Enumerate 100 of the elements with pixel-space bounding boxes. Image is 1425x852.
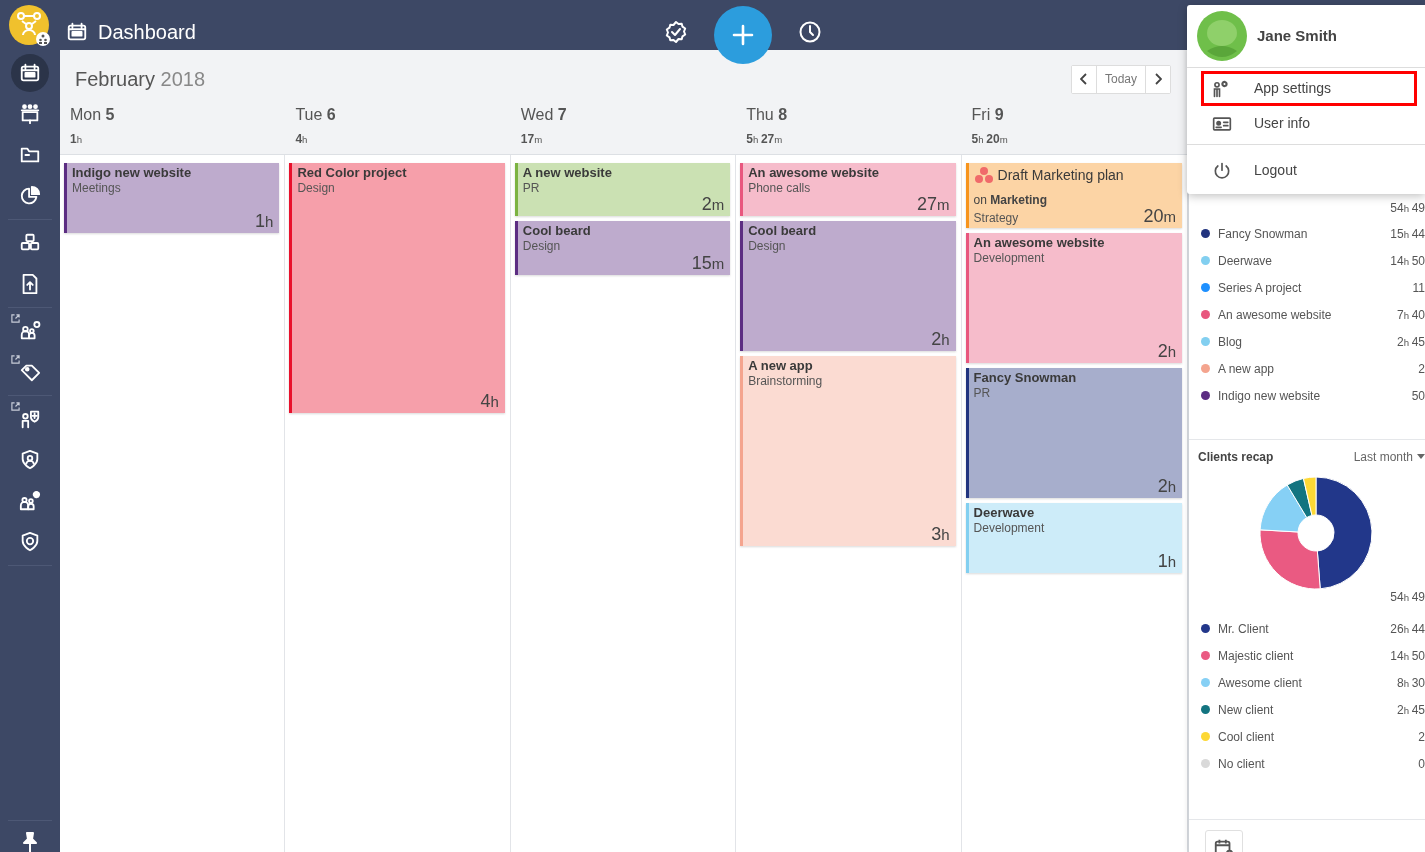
event-card[interactable]: Draft Marketing plan on Marketing Strategy 20m: [965, 163, 1182, 229]
event-duration: 20m: [1143, 207, 1176, 226]
legend-value: 11: [1412, 279, 1425, 297]
event-subtitle: Phone calls: [748, 180, 812, 196]
event-title: Red Color project: [297, 166, 408, 181]
event-title: Draft Marketing plan: [997, 166, 1124, 184]
check-badge-icon: [663, 20, 688, 44]
day-heading: Mon 5: [70, 105, 116, 125]
legend-label: A new app: [1218, 360, 1276, 378]
page-title: Dashboard: [98, 20, 196, 45]
users-coin-icon: [19, 320, 41, 342]
day-total: 4h: [295, 131, 309, 148]
calendar-icon: [66, 21, 88, 43]
event-subtitle: Design: [748, 239, 787, 254]
legend-label: Cool client: [1218, 728, 1276, 746]
event-card[interactable]: Red Color project Design 4h: [289, 163, 505, 413]
legend-value: 2h 45: [1396, 333, 1425, 351]
sidebar-item[interactable]: [11, 54, 49, 92]
day-total: 17m: [520, 131, 544, 148]
event-duration: 2h: [931, 330, 950, 349]
event-card[interactable]: A new app Brainstorming 3h: [740, 356, 956, 547]
event-subtitle: Brainstorming: [748, 374, 824, 389]
total-time: 54h 49: [1389, 202, 1425, 214]
external-link-icon: [11, 314, 20, 323]
legend-label: Deerwave: [1218, 252, 1274, 270]
legend-label: Awesome client: [1218, 674, 1303, 692]
legend-label: Majestic client: [1218, 647, 1295, 665]
section-title: Clients recap: [1198, 449, 1274, 466]
power-icon: [1212, 160, 1232, 181]
event-duration: 4h: [480, 392, 499, 410]
legend-value: 8h 30: [1396, 674, 1425, 692]
event-title: Fancy Snowman: [973, 371, 1078, 387]
today-button[interactable]: Today: [1095, 65, 1146, 93]
legend-label: New client: [1218, 701, 1275, 719]
event-subtitle: Design: [522, 239, 562, 254]
event-card[interactable]: An awesome website Phone calls 27m: [740, 163, 956, 217]
event-title: Deerwave: [973, 506, 1036, 522]
event-duration: 1h: [255, 212, 274, 230]
legend-value: 2: [1418, 728, 1425, 746]
calendar-icon: [19, 62, 41, 84]
pie-chart-icon: [19, 185, 41, 207]
clock-button[interactable]: [797, 20, 822, 44]
app-logo[interactable]: [9, 3, 51, 47]
day-heading: Tue 6: [295, 105, 337, 125]
event-title: Cool beard: [522, 224, 592, 240]
three-dots-logo-icon: [973, 166, 994, 184]
event-duration: 2h: [1157, 477, 1176, 496]
menu-item[interactable]: Logout: [1201, 153, 1417, 188]
check-badge-button[interactable]: [663, 20, 688, 44]
legend-value: 14h 50: [1390, 647, 1425, 665]
clock-icon: [797, 20, 822, 44]
event-duration: 15m: [691, 253, 725, 272]
event-card[interactable]: A new website PR 2m: [514, 163, 731, 217]
event-subtitle: PR: [522, 180, 541, 196]
event-title: A new website: [522, 166, 613, 181]
event-duration: 2h: [1157, 342, 1176, 361]
legend-value: 2: [1418, 360, 1425, 378]
event-card[interactable]: Indigo new website Meetings 1h: [64, 163, 280, 233]
menu-item[interactable]: User info: [1201, 106, 1417, 141]
external-link-icon: [11, 402, 20, 411]
event-card[interactable]: An awesome website Development 2h: [965, 233, 1182, 364]
event-card[interactable]: Deerwave Development 1h: [965, 503, 1182, 574]
event-subtitle: Strategy: [973, 211, 1019, 226]
day-heading: Fri 9: [971, 105, 1005, 125]
event-card[interactable]: Cool beard Design 15m: [514, 221, 731, 275]
month-title: February 2018: [75, 67, 206, 92]
legend-value: 7h 40: [1396, 306, 1425, 324]
menu-item[interactable]: App settings: [1201, 71, 1417, 106]
event-duration: 3h: [931, 525, 950, 544]
shield-icon: [19, 531, 41, 553]
legend-label: Blog: [1218, 333, 1244, 351]
day-total: 5h 20m: [971, 131, 1009, 148]
day-heading: Thu 8: [746, 105, 789, 125]
presentation-icon: [19, 103, 41, 125]
event-subtitle: Development: [973, 521, 1046, 536]
day-total: 5h 27m: [746, 131, 784, 148]
event-subtitle: Design: [297, 180, 336, 196]
add-button[interactable]: [713, 6, 772, 64]
legend-label: Indigo new website: [1218, 387, 1322, 405]
event-project: on Marketing: [973, 193, 1048, 208]
event-subtitle: Development: [973, 251, 1046, 266]
event-card[interactable]: Cool beard Design 2h: [740, 221, 956, 352]
legend-label: Fancy Snowman: [1218, 225, 1309, 243]
user-name: Jane Smith: [1257, 25, 1338, 46]
legend-value: 15h 44: [1390, 225, 1425, 243]
period-dropdown[interactable]: Last month: [1353, 448, 1425, 466]
legend-label: Series A project: [1218, 279, 1303, 297]
pin-icon[interactable]: [21, 831, 39, 852]
event-title: An awesome website: [973, 236, 1106, 252]
event-title: An awesome website: [748, 166, 880, 181]
caret-icon: [1417, 454, 1425, 460]
user-shield-icon: [19, 408, 41, 430]
event-subtitle: Meetings: [72, 180, 122, 196]
legend-label: Mr. Client: [1218, 620, 1270, 638]
day-total: 1h: [70, 131, 84, 148]
chevron-left-icon: [1079, 73, 1088, 85]
legend-value: 2h 45: [1396, 701, 1425, 719]
legend-label: An awesome website: [1218, 306, 1333, 324]
event-title: A new app: [748, 359, 814, 375]
legend-label: No client: [1218, 755, 1266, 773]
